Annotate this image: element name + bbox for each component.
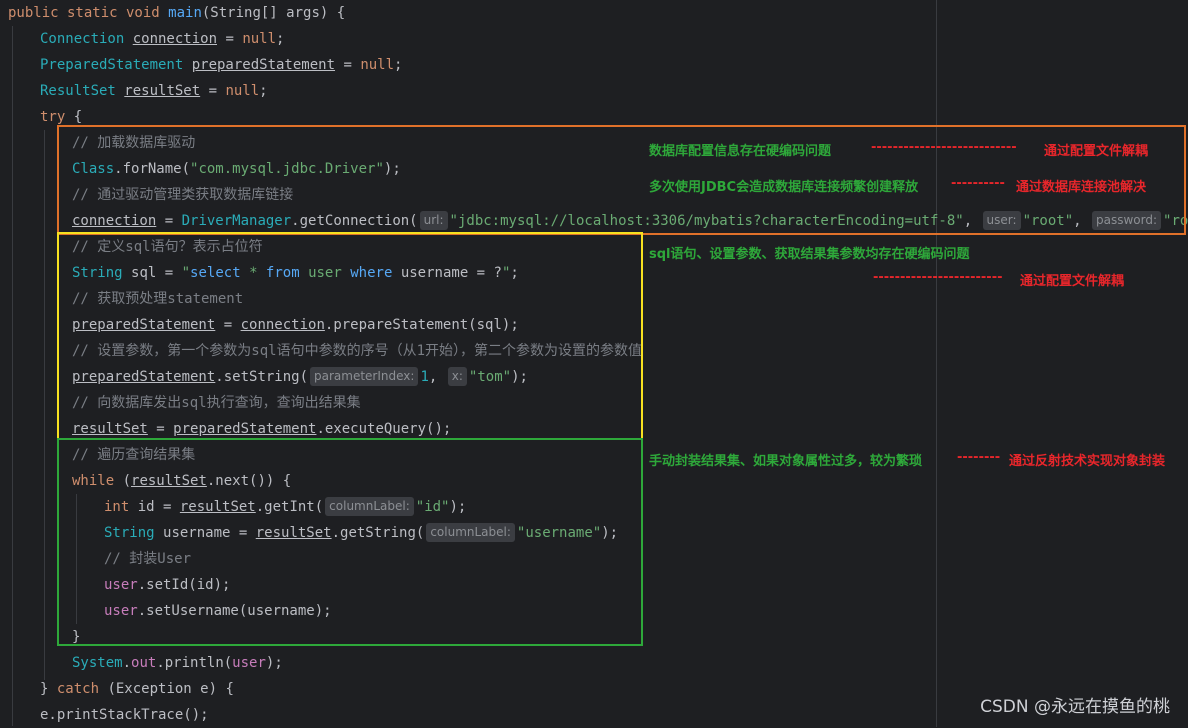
annotation-manual-mapping: 手动封装结果集、如果对象属性过多，较为繁琐	[649, 454, 923, 469]
code-token: PreparedStatement	[40, 57, 192, 73]
code-token: public static void	[8, 5, 169, 21]
code-token: try	[40, 109, 66, 125]
code-token: =	[217, 31, 243, 47]
annotation-dash: --------	[957, 450, 1001, 465]
code-token: ;	[394, 57, 403, 73]
code-line[interactable]: Connection connection = null;	[40, 26, 284, 52]
annotation-hardcoded-sql: sql语句、设置参数、获取结果集参数均存在硬编码问题	[649, 247, 970, 262]
code-token: {	[65, 109, 83, 125]
code-token: (Exception e) {	[99, 681, 234, 697]
code-token: main	[168, 5, 202, 21]
code-token: connection	[132, 31, 218, 47]
green-highlight-box	[57, 438, 643, 646]
code-line[interactable]: ResultSet resultSet = null;	[40, 78, 268, 104]
code-token: resultSet	[124, 83, 201, 99]
code-line[interactable]: PreparedStatement preparedStatement = nu…	[40, 52, 402, 78]
code-token: e.printStackTrace();	[40, 707, 209, 723]
code-line[interactable]: System.out.println(user);	[72, 650, 283, 676]
code-token: out	[131, 655, 157, 671]
annotation-fix-reflection: 通过反射技术实现对象封装	[1009, 454, 1166, 469]
code-token: ;	[259, 83, 268, 99]
code-token: .println(	[156, 655, 233, 671]
code-line[interactable]: e.printStackTrace();	[40, 702, 209, 728]
right-margin-guide	[936, 0, 937, 727]
code-token: .	[122, 655, 132, 671]
code-token: null	[225, 83, 260, 99]
code-token: preparedStatement	[191, 57, 336, 73]
annotation-dash: ------------------------	[873, 270, 1003, 285]
annotation-dash: ---------------------------	[871, 140, 1017, 155]
code-token: );	[265, 655, 283, 671]
code-token: =	[335, 57, 361, 73]
code-token: ;	[276, 31, 285, 47]
code-token: (String[] args) {	[201, 5, 346, 21]
code-token: =	[200, 83, 226, 99]
code-token: System	[72, 655, 123, 671]
code-token: user	[232, 655, 266, 671]
code-token: null	[360, 57, 395, 73]
annotation-hardcoded-config: 数据库配置信息存在硬编码问题	[649, 144, 832, 159]
annotation-fix-config-file-2: 通过配置文件解耦	[1020, 274, 1125, 289]
indent-guide	[12, 26, 13, 726]
watermark: CSDN @永远在摸鱼的桃	[980, 697, 1170, 717]
annotation-fix-connection-pool: 通过数据库连接池解决	[1016, 180, 1147, 195]
code-token: catch	[56, 681, 100, 697]
code-token: }	[40, 681, 57, 697]
annotation-dash: ----------	[951, 176, 1005, 191]
yellow-highlight-box	[57, 232, 643, 440]
indent-guide	[44, 130, 45, 680]
code-token: ResultSet	[40, 83, 125, 99]
annotation-frequent-connections: 多次使用JDBC会造成数据库连接频繁创建释放	[649, 180, 919, 195]
code-token: Connection	[40, 31, 133, 47]
annotation-fix-config-file: 通过配置文件解耦	[1044, 144, 1149, 159]
code-line[interactable]: public static void main(String[] args) {	[8, 0, 345, 26]
code-token: null	[242, 31, 277, 47]
code-line[interactable]: } catch (Exception e) {	[40, 676, 234, 702]
